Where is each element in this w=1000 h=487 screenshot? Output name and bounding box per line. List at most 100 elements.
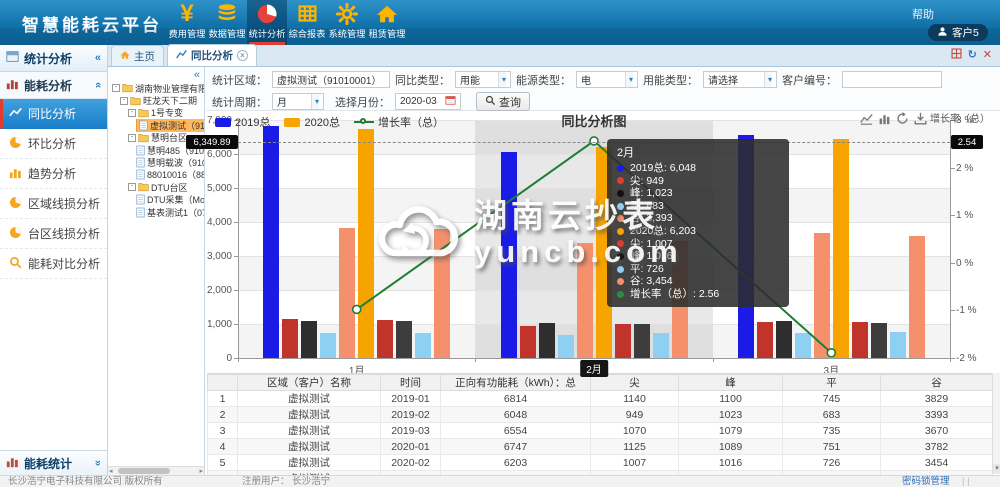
nav-item-5[interactable]: 租赁管理	[367, 0, 407, 45]
tree-expand-icon[interactable]: -	[128, 183, 136, 191]
tree-node-2[interactable]: - 1号专变	[108, 107, 205, 119]
page-footer: 长沙浩宁电子科技有限公司 版权所有 注册用户： 长沙浩宁 密码锁管理 | |	[0, 475, 1000, 487]
filter-label-0: 统计区域：	[212, 72, 267, 88]
restore-icon[interactable]	[896, 112, 909, 128]
tree-expand-icon[interactable]: -	[120, 97, 128, 105]
panel-collapse-icon[interactable]: «	[194, 69, 200, 81]
tree-node-3[interactable]: 虚拟测试（91010001）	[108, 119, 205, 131]
table-row-3[interactable]: 3虚拟测试2019-036554107010797353670	[208, 423, 993, 439]
axis-pointer-left-label: 6,349.89	[186, 135, 238, 149]
filter-select-2[interactable]: 电 ▾	[576, 71, 638, 88]
search-icon	[485, 95, 496, 109]
file-icon	[136, 194, 145, 205]
region-tree: - 湖南物业管理有限公司- 旺龙天下二期- 1号专变 虚拟测试（91010001…	[108, 82, 205, 218]
scroll-down-icon[interactable]: ▾	[993, 464, 1000, 474]
sidebar-item-2[interactable]: 趋势分析	[0, 159, 107, 189]
file-icon	[136, 145, 145, 156]
header-cell: 时间	[381, 375, 441, 391]
tree-node-6[interactable]: 慧明载波（91010004）	[108, 156, 205, 168]
table-row-5[interactable]: 5虚拟测试2020-026203100710167263454	[208, 455, 993, 471]
table-cell: 1023	[679, 407, 783, 423]
table-cell: 751	[783, 439, 881, 455]
line-chart-toggle-icon[interactable]	[860, 112, 873, 128]
table-cell: 虚拟测试	[238, 391, 381, 407]
tree-node-1[interactable]: - 旺龙天下二期	[108, 94, 205, 106]
scrollbar-thumb[interactable]	[118, 468, 170, 474]
tree-expand-icon[interactable]: -	[128, 109, 136, 117]
period-value: 月	[277, 94, 287, 109]
table-cell: 4	[208, 439, 238, 455]
table-cell: 6814	[441, 391, 591, 407]
sidebar-panel-header[interactable]: 统计分析 «	[0, 45, 107, 72]
footer-link[interactable]: 密码锁管理	[902, 476, 950, 487]
table-cell: 1089	[679, 439, 783, 455]
close-all-icon[interactable]: ✕	[983, 50, 992, 61]
tab-bar: 主页 同比分析 × ↻ ✕	[108, 45, 1000, 67]
scroll-left-icon[interactable]: ◂	[109, 467, 113, 475]
sidebar-item-3[interactable]: 区域线损分析	[0, 189, 107, 219]
table-cell: 1016	[679, 455, 783, 471]
nav-item-1[interactable]: 数据管理	[207, 0, 247, 45]
tree-node-8[interactable]: - DTU台区	[108, 181, 205, 193]
table-cell: 2019-03	[381, 423, 441, 439]
sidebar-item-5[interactable]: 能耗对比分析	[0, 249, 107, 279]
user-menu[interactable]: 客户5	[928, 24, 988, 41]
table-cell: 6747	[441, 439, 591, 455]
sidebar-item-label: 能耗对比分析	[28, 255, 100, 272]
sidebar-section-stats[interactable]: 能耗统计 «	[0, 450, 107, 475]
nav-item-4[interactable]: 系统管理	[327, 0, 367, 45]
calendar-icon[interactable]	[445, 95, 456, 108]
filter-value: 虚拟测试（91010001）	[277, 72, 382, 87]
red-bar-chart-icon	[6, 77, 19, 93]
gear-icon	[327, 0, 367, 27]
sidebar-item-label: 台区线损分析	[28, 225, 100, 242]
filter-input-4[interactable]	[842, 71, 942, 88]
filter-select-1[interactable]: 用能 ▾	[455, 71, 511, 88]
table-cell: 5	[208, 455, 238, 471]
sidebar-item-1[interactable]: 环比分析	[0, 129, 107, 159]
tree-node-9[interactable]: DTU采集（Modbus_D	[108, 194, 205, 206]
download-icon[interactable]	[914, 112, 927, 128]
scroll-right-icon[interactable]: ▸	[199, 467, 203, 475]
refresh-icon[interactable]: ↻	[968, 50, 977, 61]
bar-chart-toggle-icon[interactable]	[878, 112, 891, 128]
table-vertical-scrollbar[interactable]: ▾	[992, 373, 1000, 474]
table-cell: 3393	[881, 407, 993, 423]
collapse-left-icon[interactable]: «	[95, 52, 101, 64]
table-cell: 2020-02	[381, 455, 441, 471]
help-link[interactable]: 帮助	[912, 6, 934, 22]
search-button[interactable]: 查询	[476, 92, 530, 111]
nav-item-0[interactable]: ¥ 费用管理	[167, 0, 207, 45]
sidebar-item-0[interactable]: 同比分析	[0, 99, 107, 129]
tab-close-icon[interactable]: ×	[237, 50, 248, 61]
tree-node-0[interactable]: - 湖南物业管理有限公司	[108, 82, 205, 94]
period-select[interactable]: 月 ▾	[272, 93, 324, 110]
collapse-up-icon[interactable]: «	[92, 82, 104, 88]
tree-horizontal-scrollbar[interactable]: ◂ ▸	[108, 466, 204, 475]
month-input[interactable]: 2020-03	[395, 93, 461, 110]
header-cell	[208, 375, 238, 391]
tree-expand-icon[interactable]: -	[112, 84, 120, 92]
nav-item-2[interactable]: 统计分析	[247, 0, 287, 45]
sidebar-section-energy[interactable]: 能耗分析 «	[0, 72, 107, 99]
sidebar-item-4[interactable]: 台区线损分析	[0, 219, 107, 249]
nav-item-3[interactable]: 综合报表	[287, 0, 327, 45]
chevron-down-icon: ▾	[311, 94, 319, 109]
table-cell: 949	[591, 407, 679, 423]
filter-input-0[interactable]: 虚拟测试（91010001）	[272, 71, 390, 88]
tab-home[interactable]: 主页	[111, 45, 164, 66]
layout-grid-icon[interactable]	[951, 48, 962, 62]
line-chart-icon	[9, 106, 22, 122]
app-header: 智慧能耗云平台 ¥ 费用管理 数据管理 统计分析 综合报表 系统管理 租赁管理 …	[0, 0, 1000, 45]
table-row-2[interactable]: 2虚拟测试2019-02604894910236833393	[208, 407, 993, 423]
tree-node-10[interactable]: 基表测试1（07）	[108, 206, 205, 218]
table-row-1[interactable]: 1虚拟测试2019-016814114011007453829	[208, 391, 993, 407]
tree-expand-icon[interactable]: -	[128, 134, 136, 142]
period-label: 统计周期：	[212, 94, 267, 110]
tree-node-7[interactable]: 88010016（8801）	[108, 169, 205, 181]
table-row-4[interactable]: 4虚拟测试2020-016747112510897513782	[208, 439, 993, 455]
tab-tongbi-analysis[interactable]: 同比分析 ×	[167, 44, 257, 66]
expand-down-icon[interactable]: «	[92, 460, 104, 466]
table-cell: 1079	[679, 423, 783, 439]
filter-select-3[interactable]: 请选择 ▾	[703, 71, 777, 88]
